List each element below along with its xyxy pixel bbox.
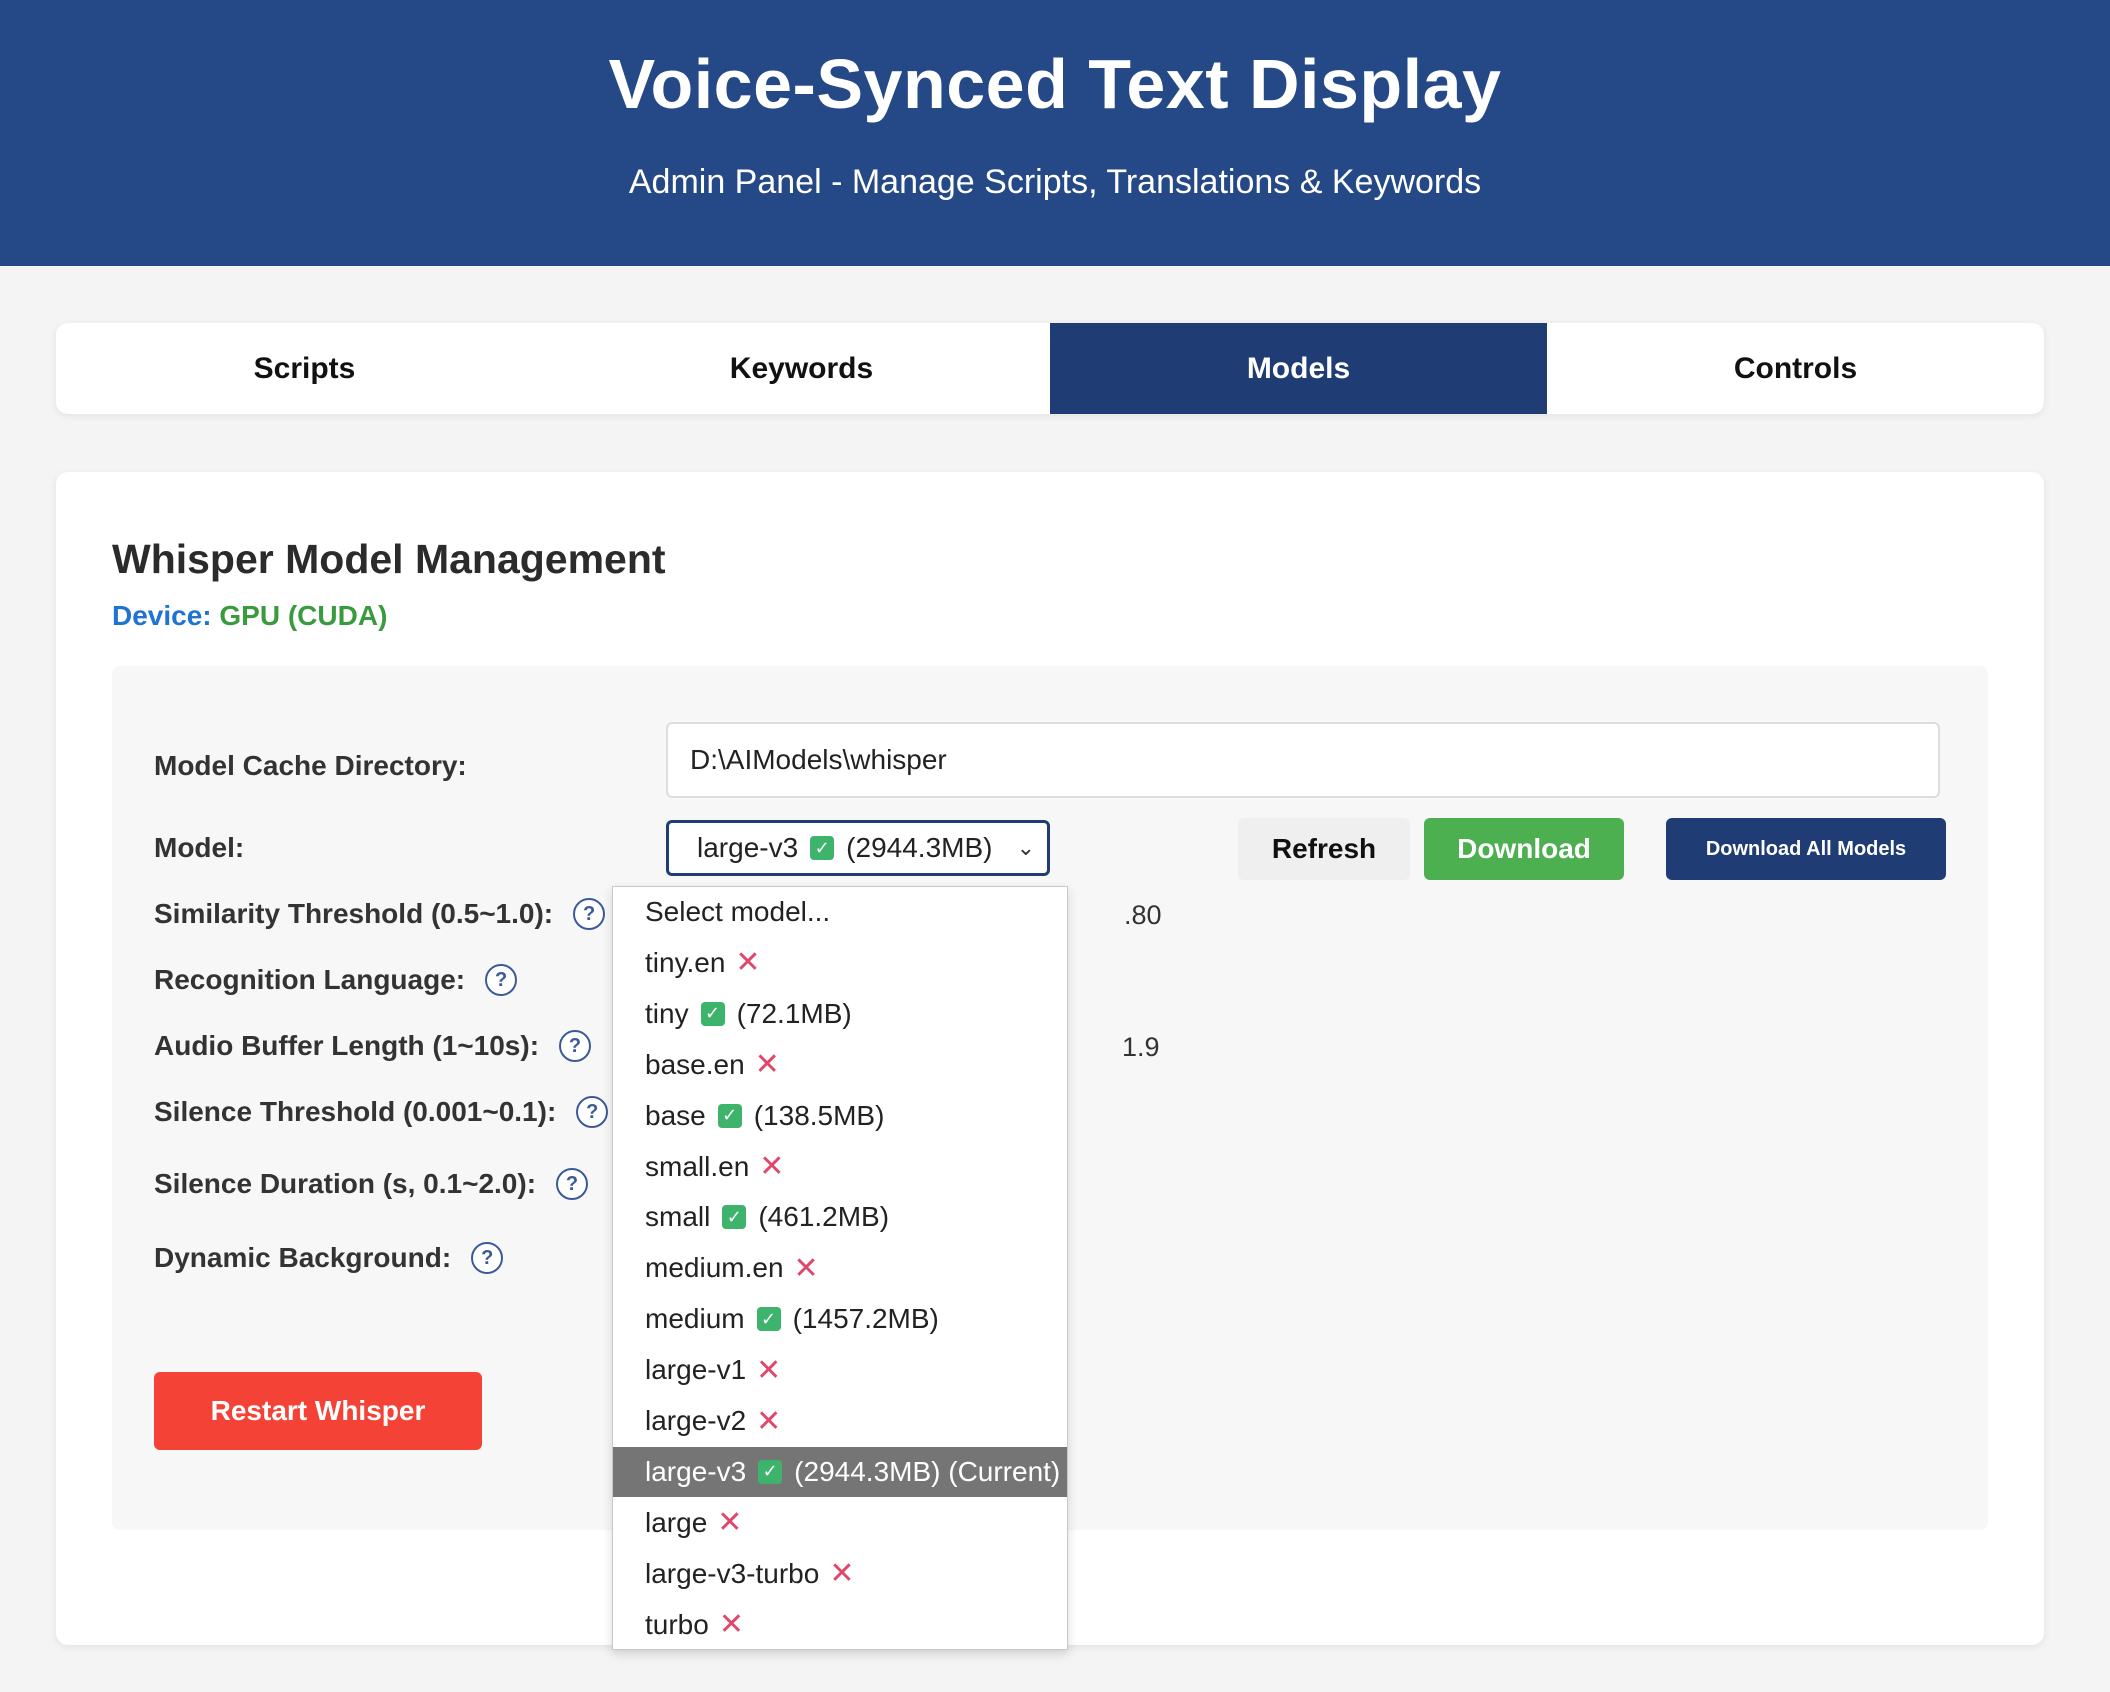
model-option[interactable]: tiny ✓ (72.1MB) (613, 989, 1067, 1039)
download-button[interactable]: Download (1424, 818, 1624, 880)
model-option-name: medium (645, 1303, 745, 1335)
model-option-name: large-v2 (645, 1405, 747, 1436)
restart-whisper-button[interactable]: Restart Whisper (154, 1372, 482, 1450)
model-option-size: (461.2MB) (758, 1201, 890, 1233)
model-option-name: large (645, 1506, 708, 1538)
help-icon[interactable]: ? (559, 1030, 592, 1062)
check-icon: ✓ (810, 836, 835, 860)
model-option[interactable]: large-v1 ✕ (613, 1345, 1067, 1395)
chevron-down-icon: ⌄ (1016, 835, 1035, 860)
model-option[interactable]: tiny.en ✕ (613, 938, 1067, 988)
audio-buffer-label: Audio Buffer Length (1~10s): ? (154, 1030, 592, 1062)
similarity-value: .80 (1124, 900, 1162, 930)
model-option[interactable]: turbo ✕ (613, 1600, 1067, 1649)
model-option-name: small (645, 1201, 711, 1233)
model-option-name: base.en (645, 1048, 745, 1080)
tab-bar: Scripts Keywords Models Controls (56, 323, 2044, 414)
tab-models[interactable]: Models (1050, 323, 1547, 414)
help-icon[interactable]: ? (485, 964, 518, 996)
model-option-name: large-v3 (645, 1455, 747, 1487)
model-option[interactable]: medium ✓ (1457.2MB) (613, 1294, 1067, 1344)
model-option-name: small.en (645, 1150, 750, 1182)
model-option-size: (72.1MB) (736, 997, 852, 1029)
refresh-button[interactable]: Refresh (1238, 818, 1410, 880)
model-select-value: large-v3 (697, 832, 799, 863)
cross-icon: ✕ (756, 1353, 782, 1387)
app-header: Voice-Synced Text Display Admin Panel - … (0, 0, 2110, 266)
silence-duration-label: Silence Duration (s, 0.1~2.0): ? (154, 1168, 589, 1200)
cache-dir-input[interactable]: D:\AIModels\whisper (666, 722, 1940, 798)
model-option[interactable]: base ✓ (138.5MB) (613, 1091, 1067, 1141)
device-label: Device: (112, 600, 212, 631)
model-option[interactable]: small.en ✕ (613, 1142, 1067, 1192)
device-info: Device: GPU (CUDA) (112, 600, 387, 632)
cross-icon: ✕ (754, 1048, 780, 1082)
model-option[interactable]: medium.en ✕ (613, 1243, 1067, 1293)
app-title: Voice-Synced Text Display (608, 45, 1502, 123)
model-option-size: (138.5MB) (753, 1099, 885, 1131)
check-icon: ✓ (758, 1459, 783, 1484)
cross-icon: ✕ (718, 1608, 744, 1642)
cross-icon: ✕ (829, 1557, 855, 1591)
help-icon[interactable]: ? (576, 1096, 609, 1128)
check-icon: ✓ (756, 1307, 781, 1332)
model-option-name: medium.en (645, 1252, 784, 1284)
help-icon[interactable]: ? (573, 898, 606, 930)
recognition-language-label: Recognition Language: ? (154, 964, 518, 996)
tab-controls[interactable]: Controls (1547, 323, 2044, 414)
device-value: GPU (CUDA) (219, 600, 388, 631)
cross-icon: ✕ (756, 1404, 782, 1438)
cross-icon: ✕ (717, 1506, 743, 1540)
download-all-models-button[interactable]: Download All Models (1666, 818, 1946, 880)
similarity-threshold-label: Similarity Threshold (0.5~1.0): ? (154, 898, 606, 930)
check-icon: ✓ (722, 1205, 747, 1230)
help-icon[interactable]: ? (556, 1168, 589, 1200)
check-icon: ✓ (717, 1103, 742, 1128)
tab-scripts[interactable]: Scripts (56, 323, 553, 414)
model-option-name: turbo (645, 1608, 709, 1640)
model-option-name: tiny.en (645, 946, 726, 978)
cross-icon: ✕ (759, 1150, 785, 1183)
model-option-size: (1457.2MB) (792, 1303, 939, 1335)
model-option-size: (2944.3MB) (Current) (794, 1455, 1061, 1487)
model-option-name: large-v3-turbo (645, 1557, 820, 1589)
silence-threshold-label: Silence Threshold (0.001~0.1): ? (154, 1096, 609, 1128)
dynamic-background-label: Dynamic Background: ? (154, 1242, 504, 1274)
model-option[interactable]: large ✕ (613, 1498, 1067, 1548)
app-subtitle: Admin Panel - Manage Scripts, Translatio… (628, 163, 1482, 201)
model-option[interactable]: small ✓ (461.2MB) (613, 1192, 1067, 1242)
check-icon: ✓ (700, 1001, 725, 1026)
model-option[interactable]: base.en ✕ (613, 1040, 1067, 1090)
cross-icon: ✕ (793, 1251, 819, 1285)
model-option[interactable]: large-v2 ✕ (613, 1396, 1067, 1446)
model-option-name: Select model... (645, 896, 831, 927)
audio-buffer-value: 1.9 (1122, 1032, 1160, 1062)
model-option-name: tiny (645, 997, 689, 1029)
model-option[interactable]: large-v3-turbo ✕ (613, 1549, 1067, 1599)
model-option-name: base (645, 1099, 706, 1131)
tab-keywords[interactable]: Keywords (553, 323, 1050, 414)
model-option[interactable]: large-v3 ✓ (2944.3MB) (Current) (613, 1446, 1067, 1497)
model-select[interactable]: large-v3 ✓ (2944.3MB) ⌄ (666, 820, 1050, 876)
cross-icon: ✕ (735, 946, 761, 980)
model-dropdown-list: Select model... tiny.en ✕ tiny ✓ (72.1MB) base… (612, 886, 1068, 1650)
model-option-name: large-v1 (645, 1354, 747, 1386)
model-label: Model: (154, 832, 245, 863)
help-icon[interactable]: ? (471, 1242, 504, 1274)
cache-dir-label: Model Cache Directory: (154, 750, 467, 781)
model-option[interactable]: Select model... (613, 887, 1067, 937)
model-select-size: (2944.3MB) (846, 832, 993, 863)
section-title: Whisper Model Management (112, 536, 666, 582)
